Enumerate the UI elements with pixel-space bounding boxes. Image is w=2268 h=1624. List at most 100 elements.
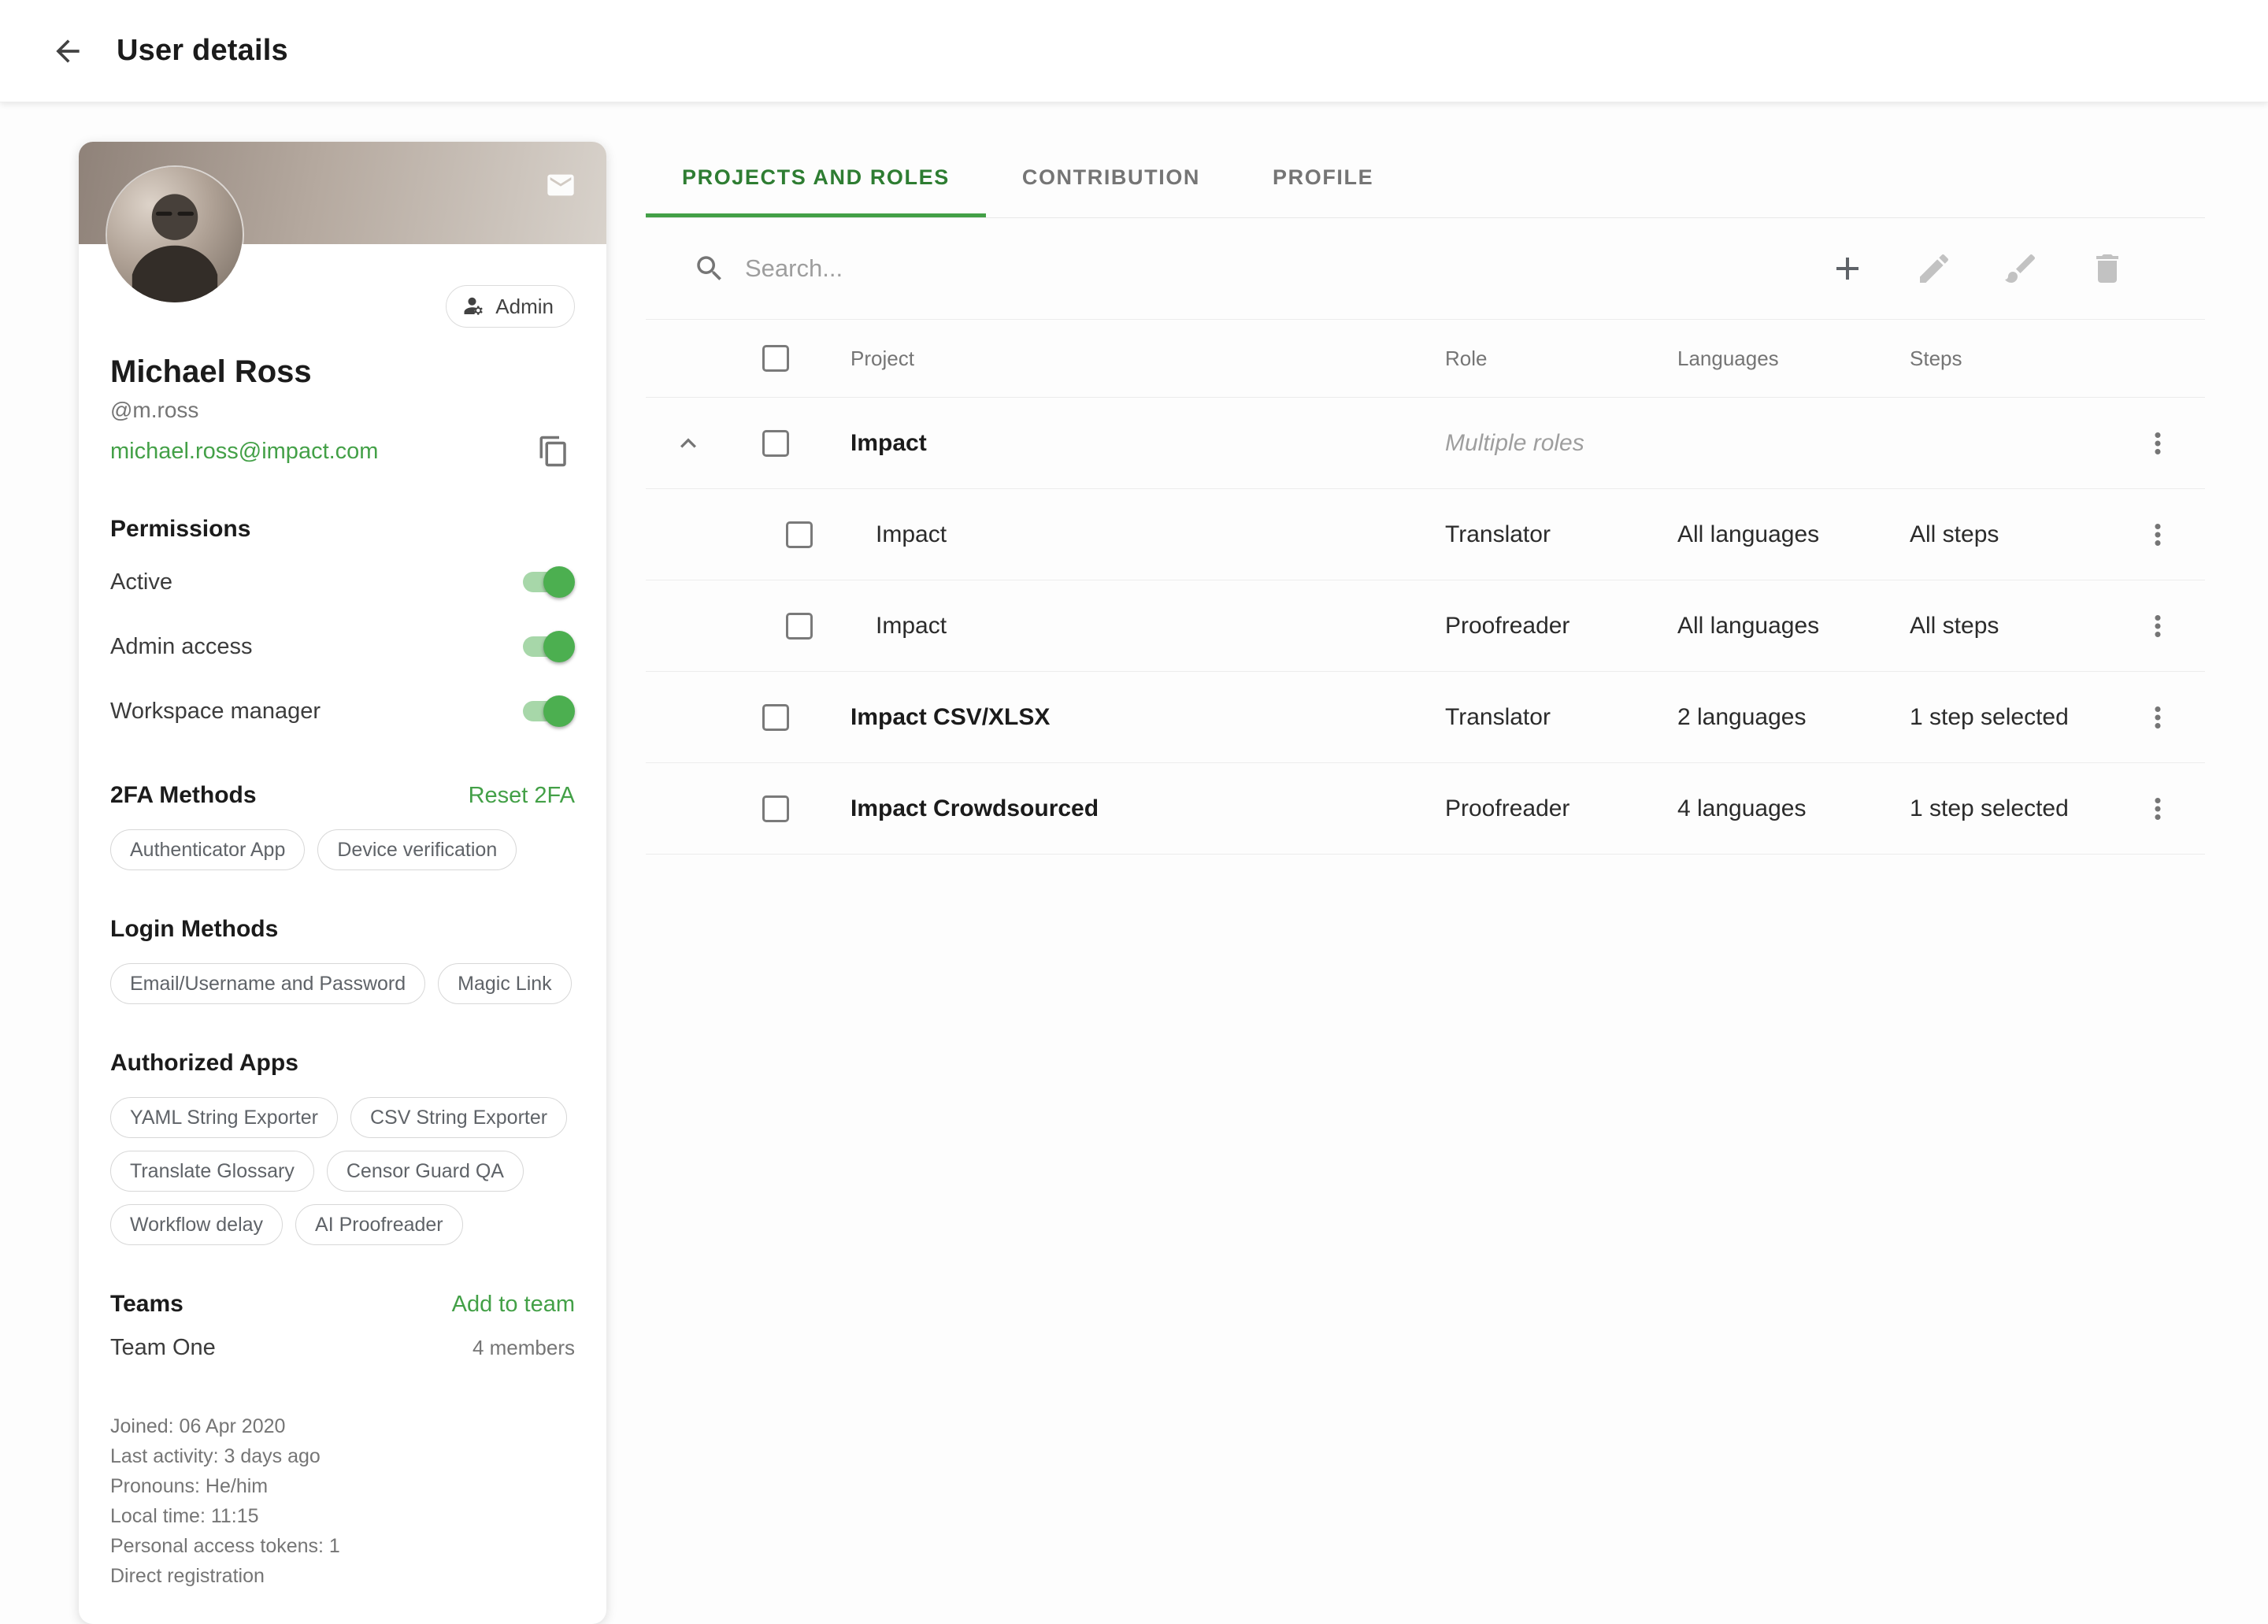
search-box [693,252,1829,285]
project-steps: 1 step selected [1890,704,2118,731]
project-role: Translator [1425,704,1658,731]
table-row-group: Impact Multiple roles [646,398,2205,489]
admin-role-badge[interactable]: Admin [446,285,575,328]
twofa-chips: Authenticator App Device verification [110,829,575,870]
column-header-role: Role [1425,347,1658,371]
row-checkbox[interactable] [786,613,813,640]
meta-pronouns: Pronouns: He/him [110,1471,575,1501]
project-name: Impact CSV/XLSX [811,704,1425,731]
teams-title: Teams [110,1291,183,1318]
toggle-row-admin-access: Admin access [110,621,575,672]
table-row-child: Impact Translator All languages All step… [646,489,2205,580]
project-role: Proofreader [1425,795,1658,822]
projects-table: Project Role Languages Steps Impact Mul [646,319,2205,855]
project-languages: All languages [1658,521,1890,548]
project-languages: 2 languages [1658,704,1890,731]
project-role: Translator [1425,521,1658,548]
page-title: User details [117,34,288,68]
meta-joined: Joined: 06 Apr 2020 [110,1411,575,1441]
project-steps: All steps [1890,521,2118,548]
table-row: Impact Crowdsourced Proofreader 4 langua… [646,763,2205,855]
row-checkbox[interactable] [762,430,789,457]
permissions-section: Permissions Active Admin access Workspac… [110,516,575,736]
row-menu-button[interactable] [2141,423,2182,464]
login-methods-title: Login Methods [110,916,575,943]
tab-projects-and-roles[interactable]: PROJECTS AND ROLES [646,142,986,217]
select-all-checkbox[interactable] [762,345,789,372]
kebab-menu-icon [2141,610,2174,643]
kebab-menu-icon [2141,701,2174,734]
meta-local-time: Local time: 11:15 [110,1501,575,1531]
tab-profile[interactable]: PROFILE [1236,142,1410,217]
copy-email-button[interactable] [537,432,575,470]
project-role: Proofreader [1425,613,1658,640]
row-menu-button[interactable] [2141,514,2182,555]
main-layout: Admin Michael Ross @m.ross michael.ross@… [0,102,2268,1624]
login-methods-section: Login Methods Email/Username and Passwor… [110,916,575,1004]
content-pane: PROJECTS AND ROLES CONTRIBUTION PROFILE [646,142,2205,1624]
row-checkbox[interactable] [762,795,789,822]
project-name: Impact [811,521,1425,548]
table-header-row: Project Role Languages Steps [646,319,2205,398]
plus-icon [1829,250,1866,287]
envelope-icon [545,169,576,201]
project-name: Impact Crowdsourced [811,795,1425,822]
delete-button[interactable] [2088,248,2129,289]
team-name: Team One [110,1335,216,1361]
project-languages: 4 languages [1658,795,1890,822]
row-actions-toolbar [1829,248,2192,289]
collapse-group-button[interactable] [673,423,713,464]
user-email-link[interactable]: michael.ross@impact.com [110,439,378,465]
toggle-label-active: Active [110,569,172,595]
top-bar: User details [0,0,2268,102]
login-method-chips: Email/Username and Password Magic Link [110,963,575,1004]
project-name: Impact [811,613,1425,640]
column-header-project: Project [811,347,1425,371]
edit-button[interactable] [1915,248,1956,289]
twofa-title: 2FA Methods [110,782,257,809]
workspace-manager-toggle[interactable] [521,695,575,727]
avatar [107,167,243,302]
search-input[interactable] [745,254,1829,283]
project-name: Impact [811,430,1425,457]
team-list-item[interactable]: Team One 4 members [110,1335,575,1361]
table-row-child: Impact Proofreader All languages All ste… [646,580,2205,672]
project-steps: All steps [1890,613,2118,640]
kebab-menu-icon [2141,427,2174,460]
add-to-team-button[interactable]: Add to team [452,1292,575,1318]
tab-contribution[interactable]: CONTRIBUTION [986,142,1236,217]
authorized-apps-title: Authorized Apps [110,1050,575,1077]
row-checkbox[interactable] [786,521,813,548]
authorized-app-chip: YAML String Exporter [110,1097,338,1138]
person-gear-icon [462,295,486,318]
authorized-app-chip: Workflow delay [110,1204,283,1245]
toggle-row-active: Active [110,557,575,607]
table-toolbar [646,218,2205,319]
brush-icon [2002,250,2040,287]
authorized-app-chip: Translate Glossary [110,1151,314,1192]
meta-last-activity: Last activity: 3 days ago [110,1441,575,1471]
send-email-button[interactable] [545,168,580,202]
trash-icon [2088,250,2126,287]
login-method-chip: Magic Link [438,963,572,1004]
meta-registration: Direct registration [110,1561,575,1591]
admin-access-toggle[interactable] [521,631,575,662]
add-project-button[interactable] [1829,248,1870,289]
row-menu-button[interactable] [2141,697,2182,738]
toggle-label-workspace-manager: Workspace manager [110,699,321,725]
row-menu-button[interactable] [2141,606,2182,647]
twofa-chip: Device verification [317,829,517,870]
row-menu-button[interactable] [2141,788,2182,829]
active-toggle[interactable] [521,566,575,598]
teams-section: Teams Add to team Team One 4 members [110,1291,575,1361]
meta-access-tokens: Personal access tokens: 1 [110,1531,575,1561]
row-checkbox[interactable] [762,704,789,731]
reset-2fa-button[interactable]: Reset 2FA [469,783,575,809]
kebab-menu-icon [2141,792,2174,825]
toggle-label-admin-access: Admin access [110,634,253,660]
project-languages: All languages [1658,613,1890,640]
clear-formatting-button[interactable] [2002,248,2043,289]
back-button[interactable] [50,29,94,73]
authorized-app-chips: YAML String Exporter CSV String Exporter… [110,1097,575,1245]
column-header-languages: Languages [1658,347,1890,371]
